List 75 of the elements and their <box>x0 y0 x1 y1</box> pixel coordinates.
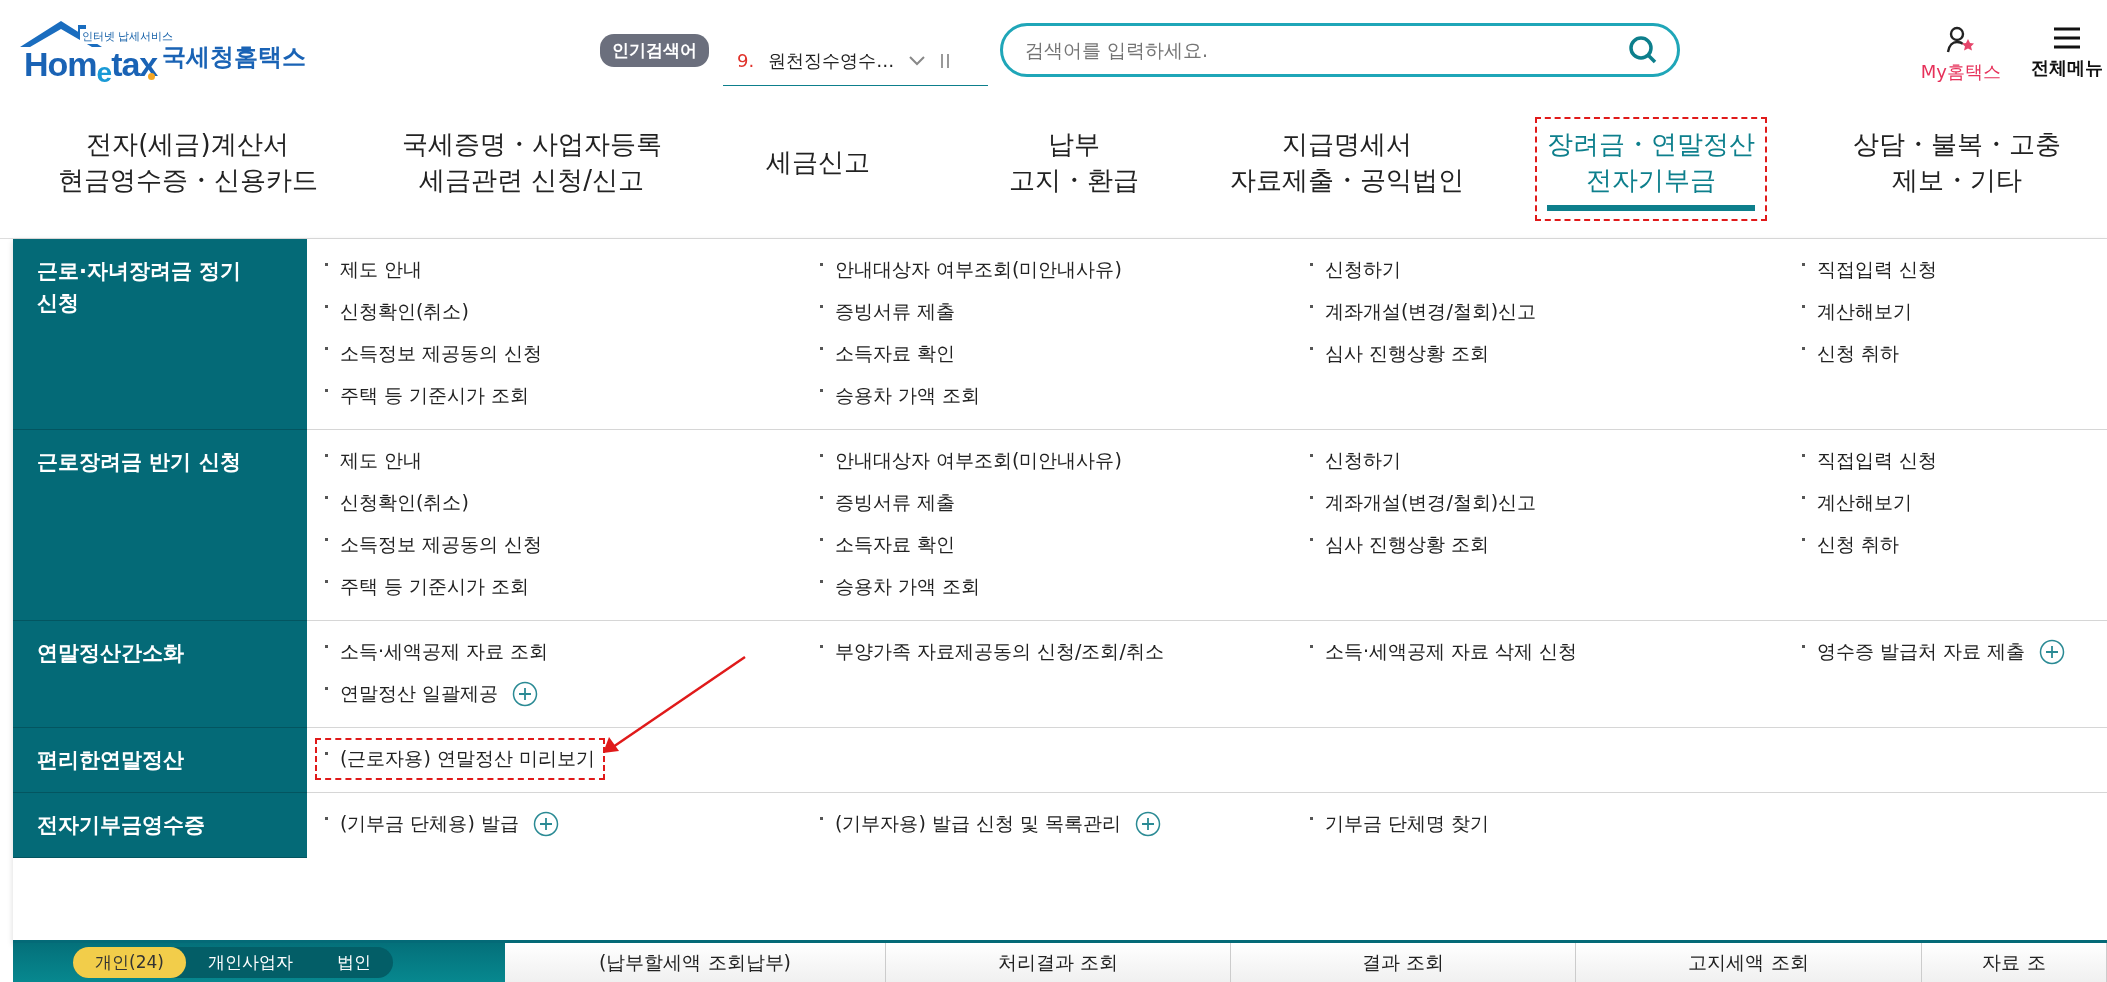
category-tab[interactable]: 개인사업자 <box>185 947 315 978</box>
menu-link[interactable]: 제도 안내 <box>315 440 433 482</box>
user-icon <box>1945 26 1976 54</box>
brand-name[interactable]: 국세청홈택스 <box>162 41 306 73</box>
menu-link[interactable]: (기부금 단체용) 발급 <box>315 803 529 845</box>
section-title: 근로·자녀장려금 정기 신청 <box>13 239 307 430</box>
category-tab[interactable]: 법인 <box>314 947 393 978</box>
menu-link[interactable]: 주택 등 기준시가 조회 <box>315 375 540 417</box>
utility-link[interactable]: My홈택스 <box>1920 60 2001 84</box>
menu-link[interactable]: 승용차 가액 조회 <box>810 375 991 417</box>
plus-icon[interactable] <box>512 681 539 707</box>
chevron-down-icon[interactable] <box>908 54 927 67</box>
nav-tab[interactable]: 장려금・연말정산 전자기부금 <box>1535 117 1767 221</box>
quick-link[interactable]: 고지세액 조회 <box>1576 943 1922 982</box>
menu-link[interactable]: 안내대상자 여부조회(미안내사유) <box>810 440 1132 482</box>
menu-link[interactable]: 소득정보 제공동의 신청 <box>315 524 553 566</box>
menu-link[interactable]: 신청 취하 <box>1792 333 1910 375</box>
section-title: 편리한연말정산 <box>13 728 307 793</box>
menu-link[interactable]: (기부자용) 발급 신청 및 목록관리 <box>810 803 1131 845</box>
menu-link[interactable]: 부양가족 자료제공동의 신청/조회/취소 <box>810 631 1174 673</box>
menu-link[interactable]: 안내대상자 여부조회(미안내사유) <box>810 249 1132 291</box>
menu-link[interactable]: 영수증 발급처 자료 제출 <box>1792 631 2036 673</box>
logo-dot-icon <box>148 73 155 80</box>
plus-icon[interactable] <box>1135 811 1161 837</box>
quick-link[interactable]: 결과 조회 <box>1231 943 1576 982</box>
plus-icon[interactable] <box>532 811 559 837</box>
nav-tab[interactable]: 납부 고지・환급 <box>996 117 1151 221</box>
nav-tab[interactable]: 전자(세금)계산서 현금영수증・신용카드 <box>45 117 330 221</box>
menu-icon <box>2053 26 2081 50</box>
category-tab[interactable]: 개인(24) <box>73 947 186 978</box>
menu-link[interactable]: 신청확인(취소) <box>315 291 479 333</box>
menu-link[interactable]: 계산해보기 <box>1792 291 1922 333</box>
plus-icon[interactable] <box>2039 639 2066 665</box>
logo-wordmark[interactable]: Hom$_{e}$tax <box>24 45 158 89</box>
search-field[interactable]: 검색어를 입력하세요. <box>1000 23 1680 77</box>
utility-link[interactable]: 전체메뉴 <box>2031 56 2103 80</box>
menu-link[interactable]: 주택 등 기준시가 조회 <box>315 566 540 608</box>
menu-link[interactable]: 승용차 가액 조회 <box>810 566 991 608</box>
menu-link[interactable]: 직접입력 신청 <box>1792 440 1948 482</box>
menu-link[interactable]: 심사 진행상황 조회 <box>1300 524 1500 566</box>
menu-link[interactable]: 연말정산 일괄제공 <box>315 673 509 715</box>
section-title: 근로장려금 반기 신청 <box>13 430 307 621</box>
popular-search-label: 인기검색어 <box>600 33 709 67</box>
menu-link[interactable]: 신청확인(취소) <box>315 482 479 524</box>
quick-link[interactable]: 처리결과 조회 <box>886 943 1231 982</box>
menu-link[interactable]: 제도 안내 <box>315 249 433 291</box>
quick-link[interactable]: (납부할세액 조회납부) <box>505 943 886 982</box>
section-title: 전자기부금영수증 <box>13 793 307 858</box>
nav-tab[interactable]: 지급명세서 자료제출・공익법인 <box>1218 117 1476 221</box>
menu-link[interactable]: 증빙서류 제출 <box>810 482 966 524</box>
section-title: 연말정산간소화 <box>13 621 307 728</box>
popular-search-ticker[interactable]: 9. 원천징수영수… <box>723 36 988 86</box>
menu-link[interactable]: (근로자용) 연말정산 미리보기 <box>315 738 605 780</box>
menu-link[interactable]: 직접입력 신청 <box>1792 249 1948 291</box>
nav-tab[interactable]: 세금신고 <box>754 135 882 203</box>
logo-tagline: 인터넷 납세서비스 <box>80 29 176 44</box>
nav-tab[interactable]: 상담・불복・고충 제보・기타 <box>1841 117 2073 221</box>
search-icon[interactable] <box>1628 35 1658 65</box>
menu-link[interactable]: 신청하기 <box>1300 440 1411 482</box>
menu-link[interactable]: 소득자료 확인 <box>810 524 966 566</box>
menu-link[interactable]: 심사 진행상황 조회 <box>1300 333 1500 375</box>
menu-link[interactable]: 계산해보기 <box>1792 482 1922 524</box>
menu-link[interactable]: 신청하기 <box>1300 249 1411 291</box>
quick-link[interactable]: 자료 조 <box>1922 943 2107 982</box>
menu-link[interactable]: 소득자료 확인 <box>810 333 966 375</box>
menu-link[interactable]: 소득정보 제공동의 신청 <box>315 333 553 375</box>
nav-tab[interactable]: 국세증명・사업자등록 세금관련 신청/신고 <box>389 117 674 221</box>
menu-link[interactable]: 증빙서류 제출 <box>810 291 966 333</box>
menu-link[interactable]: 소득·세액공제 자료 삭제 신청 <box>1300 631 1588 673</box>
pause-icon[interactable] <box>940 52 951 69</box>
menu-link[interactable]: 계좌개설(변경/철회)신고 <box>1300 482 1547 524</box>
menu-link[interactable]: 소득·세액공제 자료 조회 <box>315 631 559 673</box>
menu-link[interactable]: 신청 취하 <box>1792 524 1910 566</box>
menu-link[interactable]: 기부금 단체명 찾기 <box>1300 803 1500 845</box>
menu-link[interactable]: 계좌개설(변경/철회)신고 <box>1300 291 1547 333</box>
